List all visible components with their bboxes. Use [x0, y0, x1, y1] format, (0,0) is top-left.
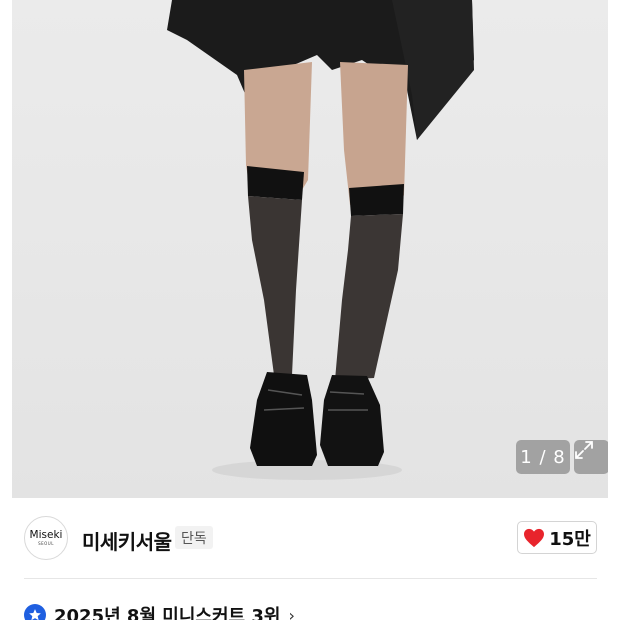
expand-image-button[interactable] — [574, 440, 608, 474]
divider — [24, 578, 597, 579]
expand-icon — [575, 441, 593, 459]
like-button[interactable]: 15만 — [517, 521, 597, 554]
product-image[interactable]: 1 / 8 — [12, 0, 608, 498]
heart-icon — [524, 528, 545, 547]
exclusive-badge: 단독 — [175, 526, 213, 549]
ranking-link[interactable]: 2025년 8월 미니스커트 3위 › — [24, 600, 295, 620]
brand-name-link[interactable]: 미세키서울 — [82, 526, 172, 555]
model-photo-illustration — [167, 0, 474, 480]
star-badge-icon — [24, 604, 46, 620]
image-counter: 1 / 8 — [516, 440, 570, 474]
brand-logo-subtext: SEOUL — [38, 540, 54, 546]
brand-logo[interactable]: Miseki SEOUL — [24, 516, 68, 560]
like-count: 15만 — [549, 528, 591, 550]
brand-row: Miseki SEOUL 미세키서울 단독 15만 — [0, 498, 620, 580]
ranking-text: 2025년 8월 미니스커트 3위 — [54, 606, 281, 620]
chevron-right-icon: › — [288, 605, 295, 620]
brand-logo-text: Miseki — [29, 528, 63, 541]
product-page: 1 / 8 Miseki SEOUL 미세키서울 단독 15만 2025년 8월… — [0, 0, 620, 620]
